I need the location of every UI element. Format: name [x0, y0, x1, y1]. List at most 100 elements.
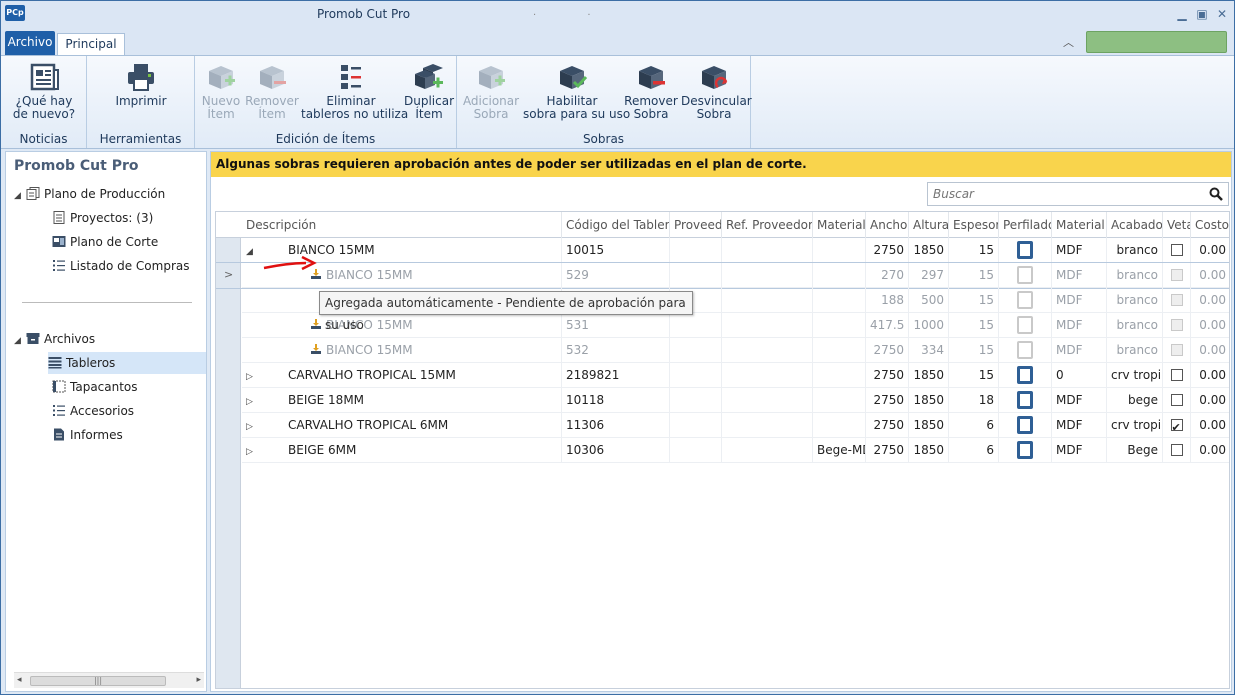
- sidebar-item-listado-compras[interactable]: Listado de Compras: [52, 255, 189, 277]
- cell-espesor[interactable]: 15: [949, 338, 999, 363]
- cell-codigo[interactable]: 11306: [562, 413, 670, 438]
- cell-acabado[interactable]: crv tropi: [1107, 363, 1163, 388]
- sidebar-item-tapacantos[interactable]: Tapacantos: [52, 376, 138, 398]
- cell-altura[interactable]: 1000: [909, 313, 949, 338]
- cell-espesor[interactable]: 15: [949, 363, 999, 388]
- cell-ancho[interactable]: 417.5: [866, 313, 909, 338]
- cell-costo[interactable]: 0.00: [1191, 313, 1229, 338]
- cell-proveedor[interactable]: [670, 238, 722, 263]
- cell-ancho[interactable]: 270: [866, 263, 909, 288]
- profile-square-icon[interactable]: [1017, 440, 1033, 459]
- cell-descripcion[interactable]: ▷ BEIGE 6MM: [242, 438, 562, 463]
- profile-square-icon[interactable]: [1017, 240, 1033, 259]
- column-header[interactable]: Veta: [1163, 212, 1191, 238]
- column-header[interactable]: Proveedor: [670, 212, 722, 238]
- cell-descripcion[interactable]: ▷ BEIGE 18MM: [242, 388, 562, 413]
- cell-material[interactable]: [813, 388, 866, 413]
- cell-material2[interactable]: 0: [1052, 363, 1107, 388]
- column-header[interactable]: Costo: [1191, 212, 1229, 238]
- cell-veta[interactable]: [1163, 438, 1191, 463]
- cell-codigo[interactable]: 2189821: [562, 363, 670, 388]
- cell-perfilado[interactable]: [999, 338, 1052, 363]
- table-row[interactable]: ▷ CARVALHO TROPICAL 6MM 11306 2750 1850 6 MDF c…: [216, 413, 1229, 438]
- delete-unused-boards-button[interactable]: Eliminar tableros no utiliza: [301, 62, 408, 121]
- column-header[interactable]: Material: [1052, 212, 1107, 238]
- close-icon[interactable]: ✕: [1213, 5, 1231, 23]
- table-row[interactable]: ▷ CARVALHO TROPICAL 15MM 2189821 2750 1850 15…: [216, 363, 1229, 388]
- cell-altura[interactable]: 500: [909, 288, 949, 313]
- new-item-button[interactable]: Nuevo Ítem: [199, 62, 243, 121]
- cell-veta[interactable]: [1163, 413, 1191, 438]
- column-header[interactable]: Descripción: [242, 212, 562, 238]
- profile-square-icon[interactable]: [1017, 365, 1033, 384]
- tree-collapsed-icon[interactable]: ▷: [246, 415, 288, 437]
- cell-espesor[interactable]: 15: [949, 288, 999, 313]
- tree-collapsed-icon[interactable]: ▷: [246, 365, 288, 387]
- cell-material[interactable]: [813, 313, 866, 338]
- cell-altura[interactable]: 334: [909, 338, 949, 363]
- cell-proveedor[interactable]: [670, 313, 722, 338]
- table-row[interactable]: BIANCO 15MM 529 270 297 15 MDF branco 0.00: [216, 262, 1229, 289]
- table-row[interactable]: ◢ BIANCO 15MM 10015 2750 1850 15 MDF branco 0.00: [216, 238, 1229, 263]
- cell-codigo[interactable]: 532: [562, 338, 670, 363]
- column-header[interactable]: Material: [813, 212, 866, 238]
- cell-costo[interactable]: 0.00: [1191, 438, 1229, 463]
- cell-veta[interactable]: [1163, 288, 1191, 313]
- table-row[interactable]: ▷ BEIGE 18MM 10118 2750 1850 18 MDF bege 0.00: [216, 388, 1229, 413]
- cell-veta[interactable]: [1163, 313, 1191, 338]
- cell-codigo[interactable]: 10118: [562, 388, 670, 413]
- cell-descripcion[interactable]: ▷ CARVALHO TROPICAL 6MM: [242, 413, 562, 438]
- veta-checkbox[interactable]: [1170, 344, 1183, 356]
- tab-principal[interactable]: Principal: [57, 33, 125, 55]
- veta-checkbox[interactable]: [1170, 294, 1183, 306]
- cell-material2[interactable]: MDF: [1052, 288, 1107, 313]
- cell-espesor[interactable]: 15: [949, 263, 999, 288]
- profile-square-icon[interactable]: [1017, 265, 1033, 284]
- cell-costo[interactable]: 0.00: [1191, 288, 1229, 313]
- veta-checkbox[interactable]: [1170, 319, 1183, 331]
- cell-perfilado[interactable]: [999, 238, 1052, 263]
- cell-perfilado[interactable]: [999, 263, 1052, 288]
- cell-ref[interactable]: [722, 263, 813, 288]
- column-header[interactable]: Código del Tablero: [562, 212, 670, 238]
- cell-descripcion[interactable]: BIANCO 15MM: [242, 313, 562, 338]
- cell-perfilado[interactable]: [999, 438, 1052, 463]
- cell-ancho[interactable]: 2750: [866, 363, 909, 388]
- cell-codigo[interactable]: 531: [562, 313, 670, 338]
- cell-ref[interactable]: [722, 288, 813, 313]
- cell-codigo[interactable]: 529: [562, 263, 670, 288]
- cell-ref[interactable]: [722, 338, 813, 363]
- cell-espesor[interactable]: 15: [949, 313, 999, 338]
- remove-item-button[interactable]: Remover Ítem: [245, 62, 299, 121]
- cell-costo[interactable]: 0.00: [1191, 413, 1229, 438]
- duplicate-item-button[interactable]: Duplicar Ítem: [403, 62, 455, 121]
- cell-material[interactable]: Bege-MD: [813, 438, 866, 463]
- sidebar-horizontal-scrollbar[interactable]: ◂ ||| ▸: [14, 672, 204, 688]
- cell-veta[interactable]: [1163, 238, 1191, 263]
- search-box[interactable]: [927, 182, 1229, 206]
- tab-archivo[interactable]: Archivo: [5, 31, 55, 55]
- veta-checkbox[interactable]: [1170, 394, 1183, 406]
- profile-square-icon[interactable]: [1017, 290, 1033, 309]
- cell-ref[interactable]: [722, 438, 813, 463]
- cell-acabado[interactable]: branco: [1107, 338, 1163, 363]
- profile-square-icon[interactable]: [1017, 340, 1033, 359]
- cell-espesor[interactable]: 6: [949, 413, 999, 438]
- cell-acabado[interactable]: branco: [1107, 313, 1163, 338]
- column-header[interactable]: Perfilado: [999, 212, 1052, 238]
- veta-checkbox[interactable]: [1170, 269, 1183, 281]
- sidebar-item-tableros[interactable]: Tableros: [48, 352, 206, 374]
- cell-acabado[interactable]: branco: [1107, 288, 1163, 313]
- cell-ancho[interactable]: 188: [866, 288, 909, 313]
- sidebar-item-accesorios[interactable]: Accesorios: [52, 400, 134, 422]
- veta-checkbox[interactable]: [1170, 444, 1183, 456]
- cell-ref[interactable]: [722, 413, 813, 438]
- table-row[interactable]: ▷BEIGE 6MM10306Bege-MD275018506MDFBege0.…: [216, 438, 1229, 463]
- cell-perfilado[interactable]: [999, 313, 1052, 338]
- cell-ancho[interactable]: 2750: [866, 388, 909, 413]
- profile-square-icon[interactable]: [1017, 390, 1033, 409]
- cell-costo[interactable]: 0.00: [1191, 388, 1229, 413]
- cell-veta[interactable]: [1163, 388, 1191, 413]
- cell-material2[interactable]: MDF: [1052, 413, 1107, 438]
- restore-icon[interactable]: ▣: [1193, 5, 1211, 23]
